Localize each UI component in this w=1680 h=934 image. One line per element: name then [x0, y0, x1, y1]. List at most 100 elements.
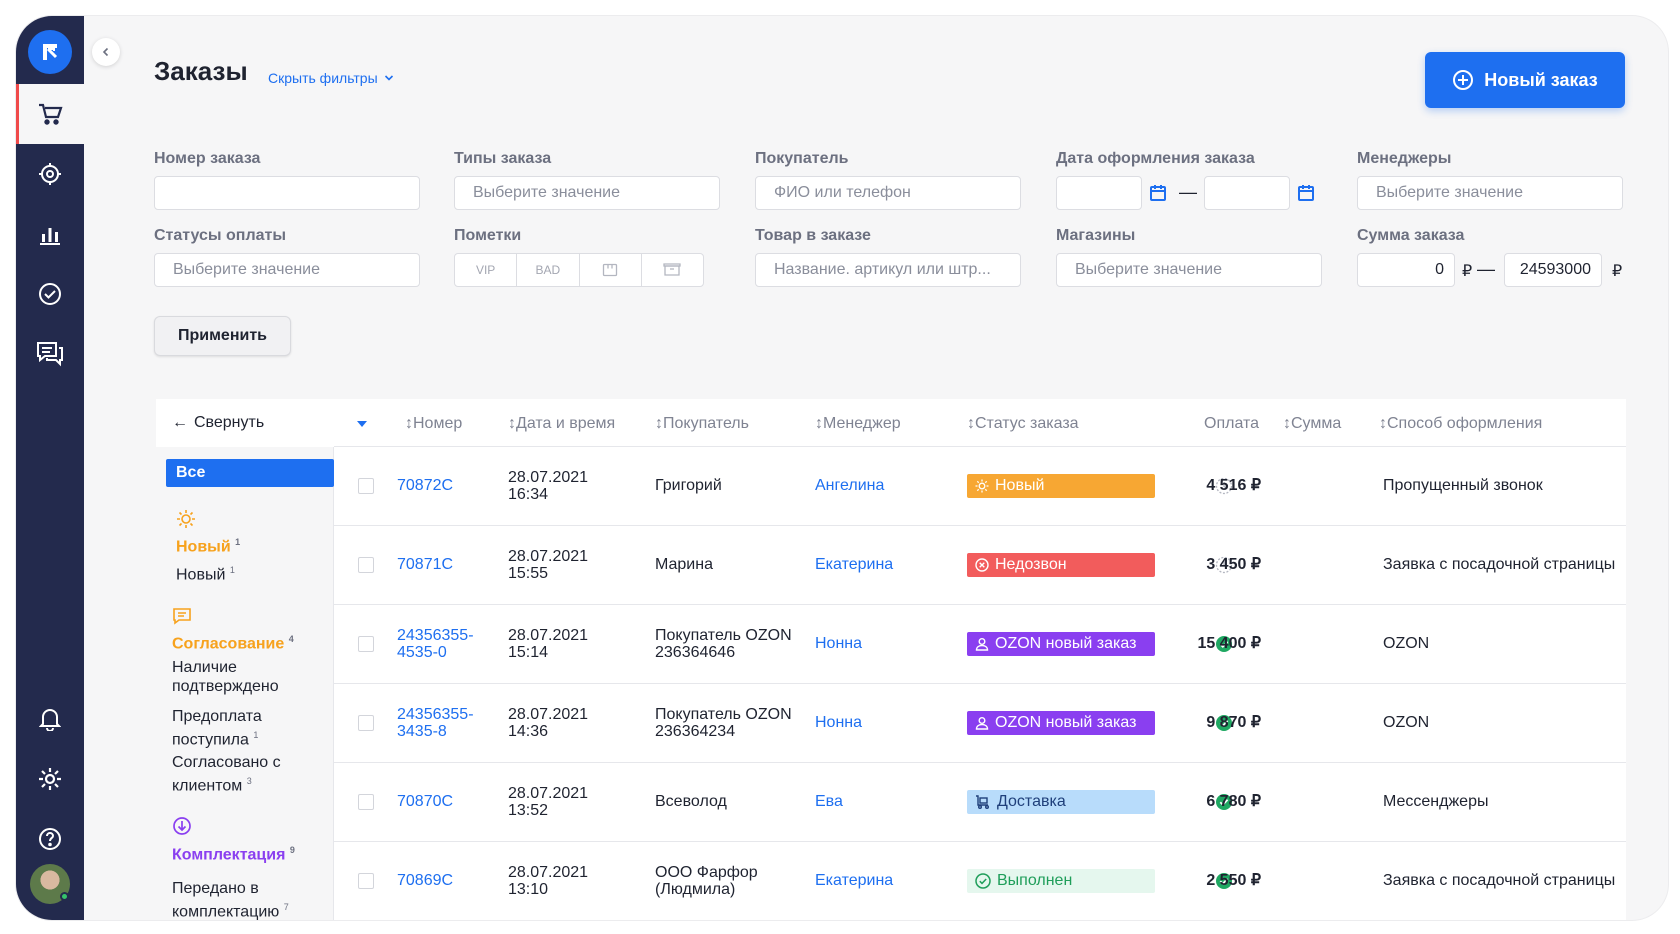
order-sum: 4 516 ₽ — [1206, 477, 1261, 494]
order-time: 15:55 — [508, 565, 549, 582]
manager-link[interactable]: Нонна — [815, 635, 862, 652]
group-new-title[interactable]: Новый 1 — [176, 533, 240, 556]
row-checkbox[interactable] — [358, 557, 374, 573]
chart-icon[interactable] — [16, 204, 84, 264]
buyer-line: Всеволод — [655, 793, 727, 810]
col-number[interactable]: ↕Номер — [405, 415, 462, 433]
managers-select[interactable]: Выберите значение — [1357, 176, 1623, 210]
chat-icon[interactable] — [16, 324, 84, 384]
sidebar-collapse-button[interactable] — [92, 38, 120, 66]
order-number-link[interactable]: 24356355- 3435-8 — [397, 706, 474, 740]
buyer-name: Покупатель OZON 236364234 — [655, 706, 792, 740]
group-new-sub[interactable]: Новый 1 — [176, 561, 235, 584]
buyer-line: 236364234 — [655, 723, 736, 740]
help-icon[interactable] — [16, 809, 84, 869]
order-number-line: 4535-0 — [397, 644, 447, 661]
manager-link[interactable]: Екатерина — [815, 872, 893, 889]
col-sum[interactable]: ↕Сумма — [1283, 415, 1341, 433]
row-checkbox[interactable] — [358, 636, 374, 652]
order-number-link[interactable]: 70870C — [397, 793, 453, 810]
bell-icon[interactable] — [16, 689, 84, 749]
order-datetime: 28.07.2021 16:34 — [508, 469, 588, 503]
manager-link[interactable]: Нонна — [815, 714, 862, 731]
caret-down-icon[interactable] — [356, 420, 368, 428]
calendar-icon[interactable] — [1149, 184, 1167, 202]
payment-status-select[interactable]: Выберите значение — [154, 253, 420, 287]
order-number-link[interactable]: 24356355- 4535-0 — [397, 627, 474, 661]
row-checkbox[interactable] — [358, 715, 374, 731]
manager-link[interactable]: Ева — [815, 793, 843, 810]
target-icon[interactable] — [16, 144, 84, 204]
status-badge[interactable]: OZON новый заказ — [967, 632, 1155, 656]
tag-note[interactable] — [580, 254, 642, 286]
col-method[interactable]: ↕Способ оформления — [1379, 415, 1542, 433]
order-time: 14:36 — [508, 723, 549, 740]
gear-icon[interactable] — [16, 749, 84, 809]
order-date: 28.07.2021 — [508, 864, 589, 881]
tag-bad[interactable]: BAD — [517, 254, 580, 286]
product-input[interactable]: Название. артикул или штр... — [755, 253, 1021, 287]
row-checkbox[interactable] — [358, 794, 374, 810]
group-approval-title[interactable]: Согласование 4 — [172, 630, 294, 653]
groups-collapse-button[interactable]: ← Свернуть — [156, 399, 334, 447]
order-date-label: Дата оформления заказа — [1056, 150, 1255, 167]
logo-icon[interactable] — [28, 30, 72, 74]
buyer-line: 236364646 — [655, 644, 736, 661]
group-assembly-sub[interactable]: Передано в комплектацию 7 — [172, 879, 322, 920]
table-row[interactable]: 24356355- 3435-8 28.07.2021 14:36 Покупатель… — [334, 684, 1626, 763]
order-time: 15:14 — [508, 644, 549, 661]
status-label: OZON новый заказ — [995, 714, 1137, 731]
cart-icon[interactable] — [16, 84, 84, 144]
sun-icon — [975, 479, 989, 493]
order-time: 16:34 — [508, 486, 549, 503]
order-number-link[interactable]: 70871C — [397, 556, 453, 573]
col-status[interactable]: ↕Статус заказа — [967, 415, 1079, 433]
order-number-line: 70872C — [397, 477, 454, 494]
hide-filters-link[interactable]: Скрыть фильтры — [268, 70, 394, 86]
row-checkbox[interactable] — [358, 873, 374, 889]
group-approval-sub[interactable]: Наличие подтверждено — [172, 658, 322, 696]
table-row[interactable]: 70871C 28.07.2021 15:55 Марина Екатерина Недо… — [334, 526, 1626, 605]
shops-label: Магазины — [1056, 227, 1136, 244]
status-label: OZON новый заказ — [995, 635, 1137, 652]
col-buyer[interactable]: ↕Покупатель — [655, 415, 749, 433]
buyer-input[interactable]: ФИО или телефон — [755, 176, 1021, 210]
table-row[interactable]: 70869C 28.07.2021 13:10 ООО Фарфор (Людмила)… — [334, 842, 1626, 920]
tag-box[interactable] — [642, 254, 703, 286]
status-badge[interactable]: OZON новый заказ — [967, 711, 1155, 735]
table-row[interactable]: 24356355- 4535-0 28.07.2021 15:14 Покупатель… — [334, 605, 1626, 684]
table-row[interactable]: 70870C 28.07.2021 13:52 Всеволод Ева Доставка… — [334, 763, 1626, 842]
check-circle-icon[interactable] — [16, 264, 84, 324]
status-badge[interactable]: Доставка — [967, 790, 1155, 814]
sum-to-input[interactable]: 24593000 — [1504, 253, 1602, 287]
group-approval-sub[interactable]: Согласовано с клиентом 3 — [172, 753, 322, 795]
date-to-input[interactable] — [1204, 176, 1290, 210]
user-icon — [975, 638, 989, 651]
order-number-input[interactable] — [154, 176, 420, 210]
status-badge[interactable]: Новый — [967, 474, 1155, 498]
group-all[interactable]: Все — [166, 459, 334, 487]
manager-link[interactable]: Ангелина — [815, 477, 884, 494]
col-date[interactable]: ↕Дата и время — [508, 415, 615, 433]
manager-link[interactable]: Екатерина — [815, 556, 893, 573]
group-assembly-title[interactable]: Комплектация 9 — [172, 841, 295, 864]
tag-vip[interactable]: VIP — [455, 254, 518, 286]
group-approval-sub[interactable]: Предоплата поступила 1 — [172, 707, 322, 749]
order-number-link[interactable]: 70872C — [397, 477, 453, 494]
new-order-button[interactable]: Новый заказ — [1425, 52, 1625, 108]
date-from-input[interactable] — [1056, 176, 1142, 210]
sum-from-input[interactable]: 0 — [1357, 253, 1455, 287]
order-sum: 3 450 ₽ — [1206, 556, 1261, 573]
col-manager[interactable]: ↕Менеджер — [815, 415, 901, 433]
order-number-link[interactable]: 70869C — [397, 872, 453, 889]
page-title: Заказы — [154, 56, 248, 86]
table-row[interactable]: 70872C 28.07.2021 16:34 Григорий Ангелина Нов… — [334, 447, 1626, 526]
order-number-label: Номер заказа — [154, 150, 261, 167]
apply-button[interactable]: Применить — [154, 316, 291, 356]
status-badge[interactable]: Выполнен — [967, 869, 1155, 893]
status-badge[interactable]: Недозвон — [967, 553, 1155, 577]
row-checkbox[interactable] — [358, 478, 374, 494]
shops-select[interactable]: Выберите значение — [1056, 253, 1322, 287]
calendar-icon[interactable] — [1297, 184, 1315, 202]
order-types-select[interactable]: Выберите значение — [454, 176, 720, 210]
